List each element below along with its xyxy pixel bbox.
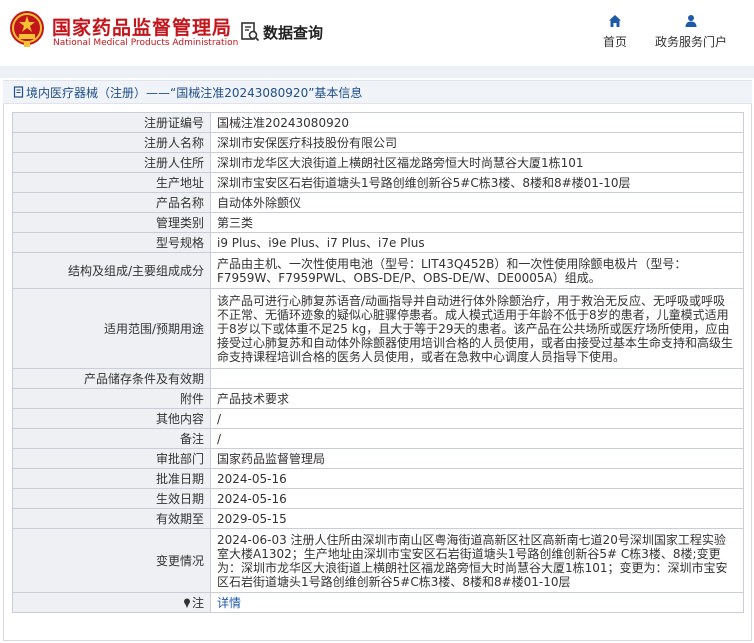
table-row: 变更情况 2024-06-03 注册人住所由深圳市南山区粤海街道高新区社区高新南… xyxy=(12,528,744,593)
row-value: 该产品可进行心肺复苏语音/动画指导并自动进行体外除颤治疗，用于救治无反应、无呼吸… xyxy=(210,288,744,369)
table-row: 适用范围/预期用途 该产品可进行心肺复苏语音/动画指导并自动进行体外除颤治疗，用… xyxy=(12,288,744,369)
table-row: 生产地址 深圳市宝安区石岩街道塘头1号路创维创新谷5#C栋3楼、8楼和8#楼01… xyxy=(12,172,744,193)
row-value: / xyxy=(210,428,744,449)
table-row: 生效日期 2024-05-16 xyxy=(12,488,744,509)
row-value: 2029-05-15 xyxy=(210,508,744,529)
row-label: 生产地址 xyxy=(12,172,211,193)
org-name-en: National Medical Products Administration xyxy=(53,38,239,48)
table-row: 管理类别 第三类 xyxy=(12,212,744,233)
row-label: 有效期至 xyxy=(12,508,211,529)
table-row: 结构及组成/主要组成成分 产品由主机、一次性使用电池（型号：LIT43Q452B… xyxy=(12,252,744,289)
row-label: 生效日期 xyxy=(12,488,211,509)
row-label: 变更情况 xyxy=(12,528,211,593)
table-row: 注 详情 xyxy=(12,592,744,613)
row-value: 自动体外除颤仪 xyxy=(210,192,744,213)
info-table: 注册证编号 国械注准20243080920 注册人名称 深圳市安保医疗科技股份有… xyxy=(12,112,744,613)
row-value: 详情 xyxy=(210,592,744,613)
row-value: i9 Plus、i9e Plus、i7 Plus、i7e Plus xyxy=(210,232,744,253)
table-row: 产品储存条件及有效期 xyxy=(12,368,744,389)
table-row: 产品名称 自动体外除颤仪 xyxy=(12,192,744,213)
row-value: 国家药品监督管理局 xyxy=(210,448,744,469)
row-label: 批准日期 xyxy=(12,468,211,489)
row-value: 2024-06-03 注册人住所由深圳市南山区粤海街道高新区社区高新南七道20号… xyxy=(210,528,744,593)
row-value: / xyxy=(210,408,744,429)
document-icon xyxy=(13,86,24,98)
row-label: 产品储存条件及有效期 xyxy=(12,368,211,389)
row-label: 注册人住所 xyxy=(12,152,211,173)
table-row: 注册人名称 深圳市安保医疗科技股份有限公司 xyxy=(12,132,744,153)
table-row: 注册证编号 国械注准20243080920 xyxy=(12,112,744,133)
row-value xyxy=(210,368,744,389)
row-label: 注册人名称 xyxy=(12,132,211,153)
nav-home[interactable]: 首页 xyxy=(600,14,630,50)
row-value: 第三类 xyxy=(210,212,744,233)
row-label: 产品名称 xyxy=(12,192,211,213)
data-query-label: 数据查询 xyxy=(263,23,324,42)
header-separator xyxy=(0,66,754,78)
breadcrumb-text: 境内医疗器械（注册）——“国械注准20243080920”基本信息 xyxy=(26,85,363,100)
row-value: 产品技术要求 xyxy=(210,388,744,409)
data-query-link[interactable]: 数据查询 xyxy=(240,20,323,44)
row-value: 深圳市安保医疗科技股份有限公司 xyxy=(210,132,744,153)
national-emblem-icon xyxy=(10,11,44,47)
row-label: 其他内容 xyxy=(12,408,211,429)
pin-icon xyxy=(183,598,190,608)
row-label: 审批部门 xyxy=(12,448,211,469)
row-label: 结构及组成/主要组成成分 xyxy=(12,252,211,289)
row-label: 注册证编号 xyxy=(12,112,211,133)
nav-gov-portal[interactable]: 政务服务门户 xyxy=(653,14,729,50)
table-row: 型号规格 i9 Plus、i9e Plus、i7 Plus、i7e Plus xyxy=(12,232,744,253)
nav-home-label: 首页 xyxy=(602,35,627,49)
nav-gov-label: 政务服务门户 xyxy=(654,35,727,49)
document-search-icon xyxy=(241,22,260,42)
row-value: 深圳市龙华区大浪街道上横朗社区福龙路旁恒大时尚慧谷大厦1栋101 xyxy=(210,152,744,173)
row-label: 备注 xyxy=(12,428,211,449)
breadcrumb: 境内医疗器械（注册）——“国械注准20243080920”基本信息 xyxy=(3,80,752,104)
table-row: 批准日期 2024-05-16 xyxy=(12,468,744,489)
row-label: 附件 xyxy=(12,388,211,409)
row-value: 产品由主机、一次性使用电池（型号：LIT43Q452B）和一次性使用除颤电极片（… xyxy=(210,252,744,289)
row-label: 型号规格 xyxy=(12,232,211,253)
row-value: 2024-05-16 xyxy=(210,488,744,509)
note-label-cell: 注 xyxy=(12,592,211,613)
row-value: 2024-05-16 xyxy=(210,468,744,489)
row-value: 国械注准20243080920 xyxy=(210,112,744,133)
table-row: 审批部门 国家药品监督管理局 xyxy=(12,448,744,469)
table-row: 备注 / xyxy=(12,428,744,449)
user-icon xyxy=(685,15,697,27)
table-row: 附件 产品技术要求 xyxy=(12,388,744,409)
table-row: 注册人住所 深圳市龙华区大浪街道上横朗社区福龙路旁恒大时尚慧谷大厦1栋101 xyxy=(12,152,744,173)
table-row: 有效期至 2029-05-15 xyxy=(12,508,744,529)
row-label: 管理类别 xyxy=(12,212,211,233)
row-label: 注 xyxy=(191,595,204,610)
home-icon xyxy=(609,15,621,27)
table-row: 其他内容 / xyxy=(12,408,744,429)
org-name-cn: 国家药品监督管理局 xyxy=(52,17,233,39)
details-link[interactable]: 详情 xyxy=(217,596,241,610)
site-header: 国家药品监督管理局 National Medical Products Admi… xyxy=(0,0,754,66)
row-label: 适用范围/预期用途 xyxy=(12,288,211,369)
row-value: 深圳市宝安区石岩街道塘头1号路创维创新谷5#C栋3楼、8楼和8#楼01-10层 xyxy=(210,172,744,193)
